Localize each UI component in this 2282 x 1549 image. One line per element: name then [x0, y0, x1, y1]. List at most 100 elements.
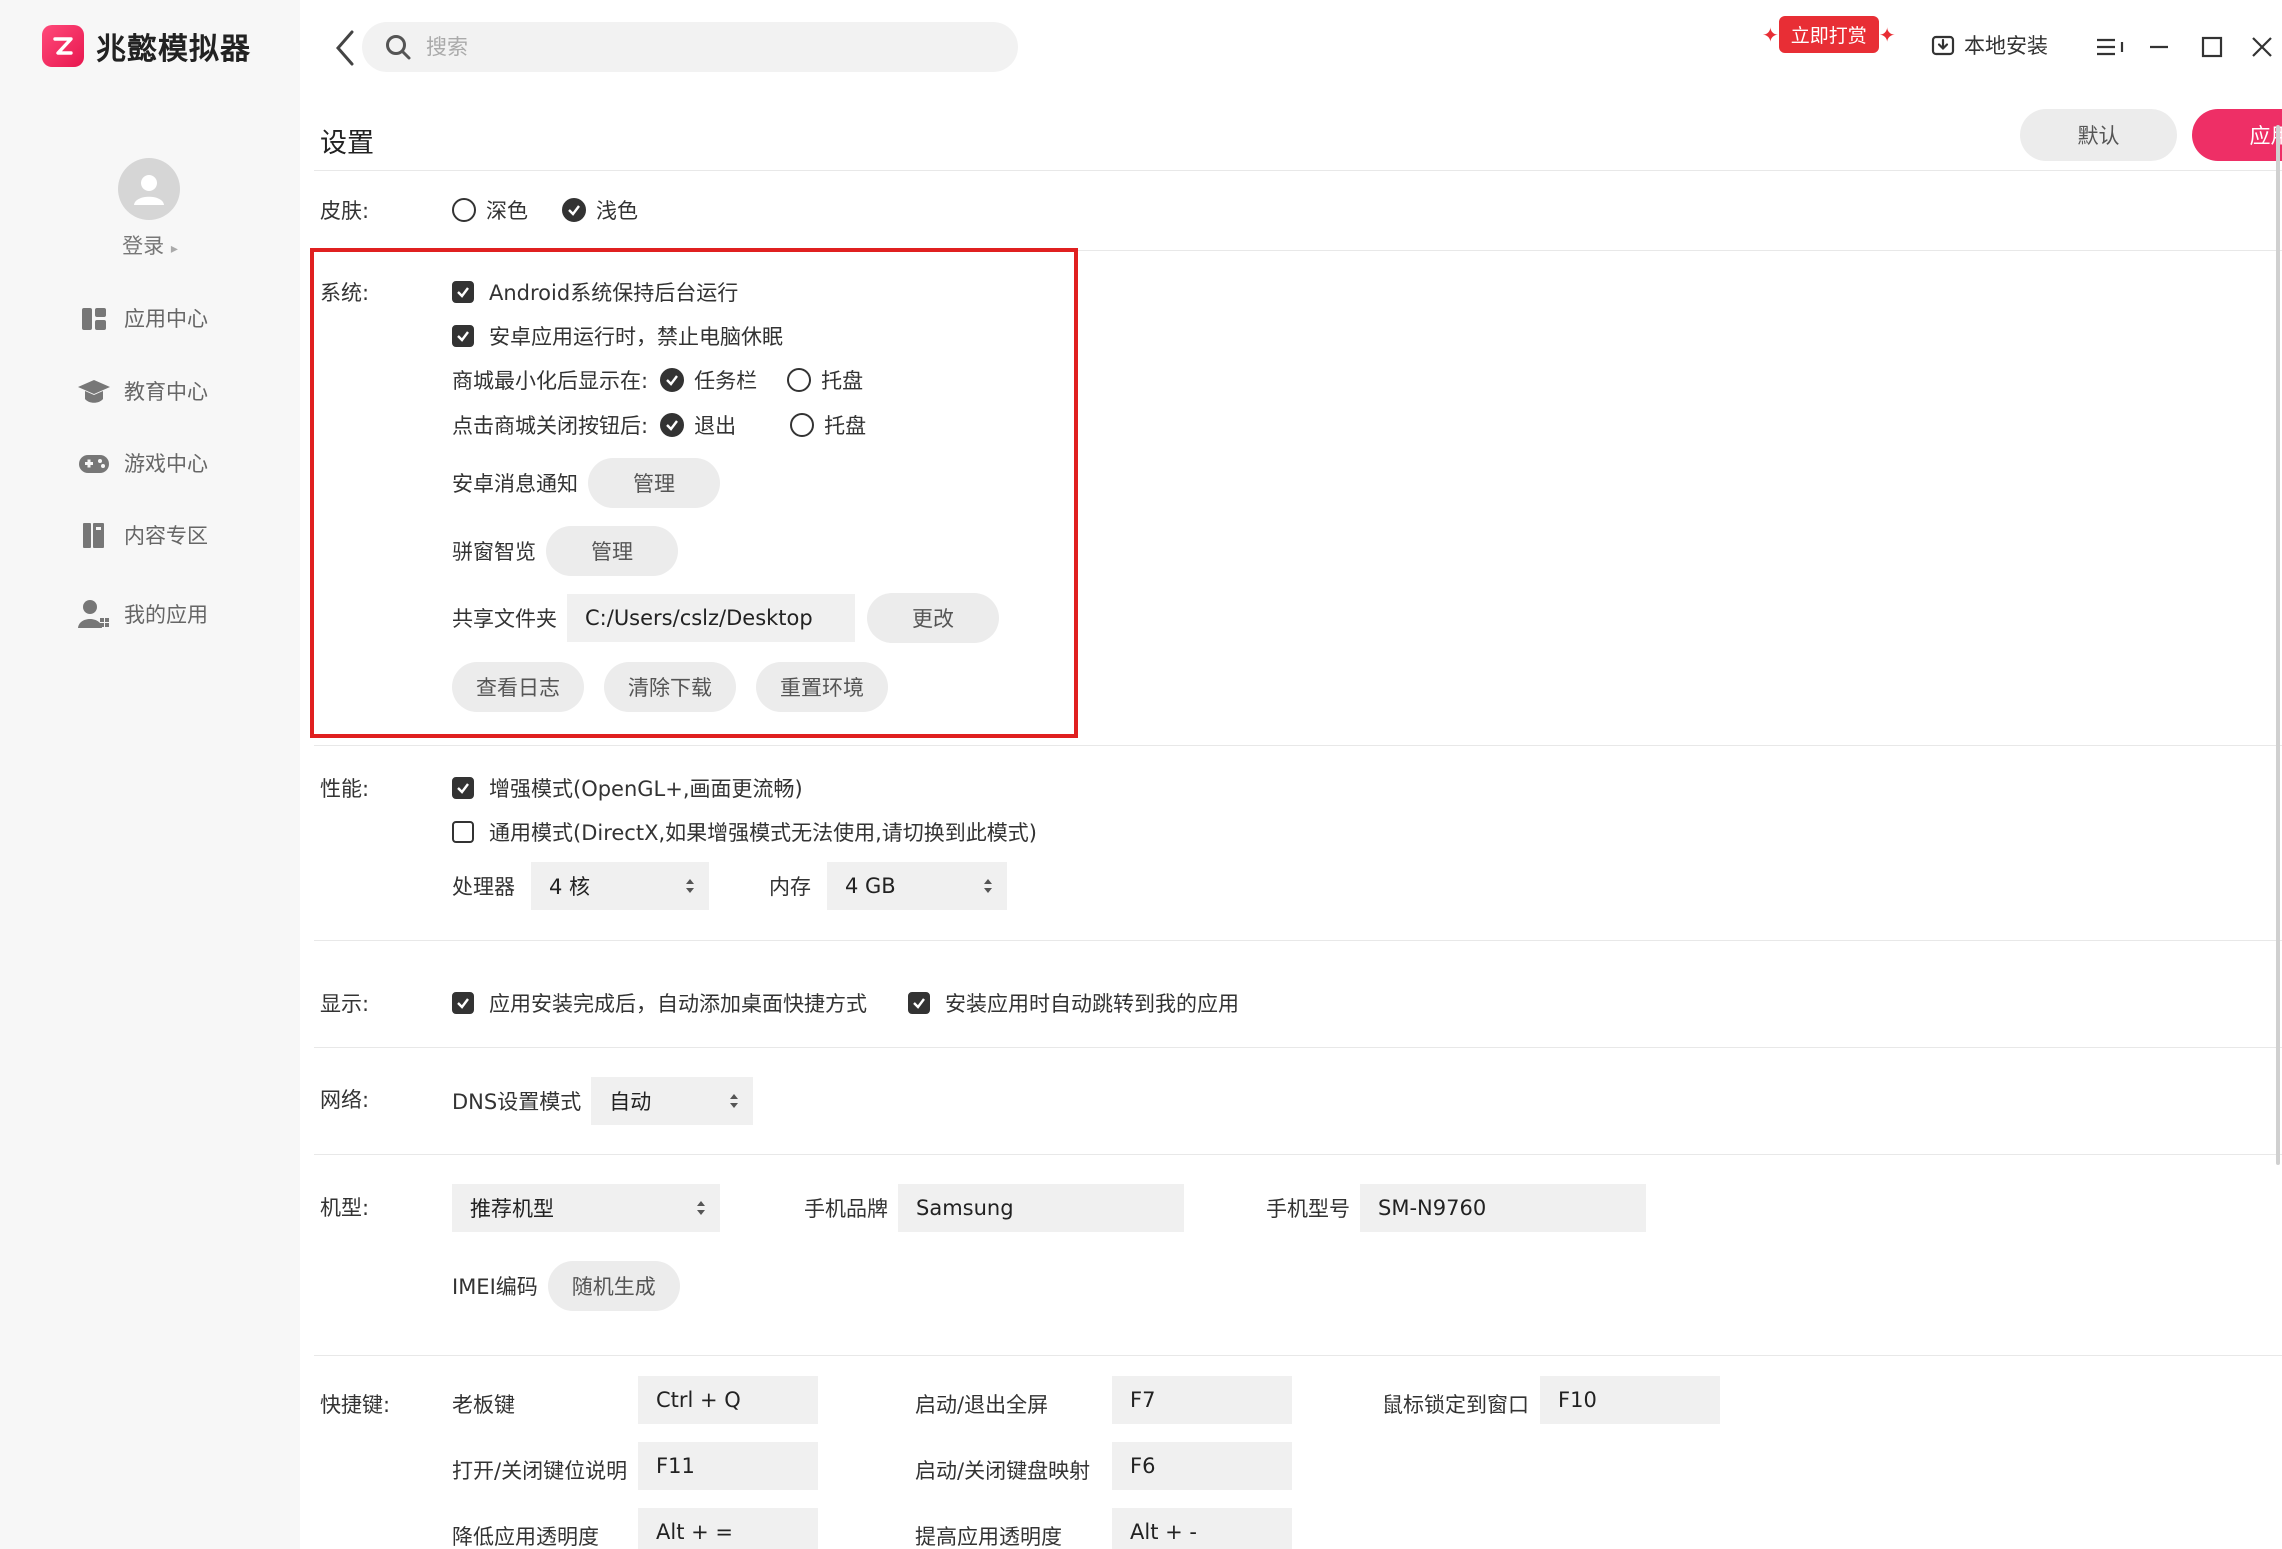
- checkbox-label: 应用安装完成后，自动添加桌面快捷方式: [489, 992, 867, 1016]
- divider: [314, 1154, 2282, 1155]
- radio-exit[interactable]: [660, 413, 685, 437]
- books-icon: [83, 523, 104, 548]
- avatar[interactable]: [118, 158, 180, 220]
- model-select[interactable]: 推荐机型: [452, 1184, 720, 1232]
- checkbox[interactable]: [452, 777, 474, 799]
- sparkle-icon: ✦: [1878, 22, 1896, 47]
- sidebar-item-content[interactable]: 内容专区: [76, 517, 208, 553]
- scrollbar[interactable]: [2276, 125, 2280, 1165]
- reset-environment-button[interactable]: 重置环境: [756, 662, 888, 712]
- radio-label: 退出: [694, 414, 737, 438]
- sidebar-item-games[interactable]: 游戏中心: [76, 445, 208, 481]
- divider: [314, 1047, 2282, 1048]
- hotkey-input[interactable]: Alt + =: [638, 1508, 818, 1549]
- apply-button[interactable]: 应用: [2192, 109, 2282, 161]
- reward-label: 立即打赏: [1778, 16, 1879, 53]
- sidebar-item-label: 游戏中心: [124, 452, 208, 476]
- sidebar-item-education[interactable]: 教育中心: [76, 373, 208, 409]
- shared-folder-label: 共享文件夹: [452, 607, 557, 631]
- user-apps-icon: [78, 600, 109, 628]
- login-label: 登录: [122, 234, 165, 258]
- brand-input[interactable]: Samsung: [898, 1184, 1184, 1232]
- login-arrow-icon: ▸: [170, 241, 178, 257]
- radio-tray[interactable]: [787, 368, 812, 392]
- hotkey-input[interactable]: F7: [1112, 1376, 1292, 1424]
- close-button[interactable]: [2245, 30, 2279, 64]
- chevron-left-icon: [336, 30, 354, 66]
- desktop-shortcut-checkbox[interactable]: 应用安装完成后，自动添加桌面快捷方式: [452, 988, 867, 1018]
- hotkey-label: 鼠标锁定到窗口: [1382, 1393, 1529, 1417]
- graduation-cap-icon: [78, 380, 110, 403]
- generate-imei-button[interactable]: 随机生成: [547, 1261, 680, 1311]
- default-button[interactable]: 默认: [2020, 109, 2177, 161]
- notifications-label: 安卓消息通知: [452, 472, 578, 496]
- divider: [314, 250, 2282, 251]
- no-sleep-checkbox[interactable]: 安卓应用运行时，禁止电脑休眠: [452, 321, 783, 351]
- login-link[interactable]: 登录 ▸: [0, 230, 300, 260]
- checkbox[interactable]: [452, 325, 474, 347]
- system-label: 系统:: [320, 281, 370, 305]
- checkbox[interactable]: [908, 992, 930, 1014]
- radio-label: 托盘: [824, 414, 867, 438]
- jump-to-my-apps-checkbox[interactable]: 安装应用时自动跳转到我的应用: [908, 988, 1239, 1018]
- imei-label: IMEI编码: [452, 1275, 538, 1299]
- radio-tray[interactable]: [790, 413, 815, 437]
- cpu-select[interactable]: 4 核: [531, 862, 709, 910]
- app-logo-icon: [42, 25, 84, 67]
- hotkey-input[interactable]: Ctrl + Q: [638, 1376, 818, 1424]
- menu-button[interactable]: [2092, 30, 2126, 64]
- close-action-label: 点击商城关闭按钮后:: [452, 414, 649, 438]
- model-select-value: 推荐机型: [470, 1197, 554, 1221]
- view-logs-button[interactable]: 查看日志: [452, 662, 584, 712]
- hotkey-input[interactable]: Alt + -: [1112, 1508, 1292, 1549]
- memory-select[interactable]: 4 GB: [827, 862, 1007, 910]
- imei-row: IMEI编码 随机生成: [452, 1261, 680, 1311]
- radio-taskbar[interactable]: [660, 368, 685, 392]
- local-install-button[interactable]: 本地安装: [1930, 30, 2048, 60]
- checkbox[interactable]: [452, 821, 474, 843]
- hotkey-input[interactable]: F10: [1540, 1376, 1720, 1424]
- shared-folder-row: 共享文件夹 C:/Users/cslz/Desktop 更改: [452, 593, 999, 643]
- smart-view-manage-button[interactable]: 管理: [546, 526, 678, 576]
- check-icon: [913, 998, 925, 1009]
- search-input[interactable]: [426, 35, 986, 59]
- checkbox-label: 增强模式(OpenGL+,画面更流畅): [489, 777, 803, 801]
- hotkey-input[interactable]: F11: [638, 1442, 818, 1490]
- dns-select[interactable]: 自动: [591, 1077, 754, 1125]
- general-mode-checkbox[interactable]: 通用模式(DirectX,如果增强模式无法使用,请切换到此模式): [452, 817, 1037, 847]
- radio-dark[interactable]: [452, 198, 476, 222]
- radio-light[interactable]: [562, 198, 586, 222]
- skin-dark-option[interactable]: 深色: [452, 195, 528, 225]
- change-folder-button[interactable]: 更改: [867, 593, 999, 643]
- hotkey-input[interactable]: F6: [1112, 1442, 1292, 1490]
- gamepad-icon: [79, 455, 109, 473]
- smart-view-label: 骈窗智览: [452, 540, 536, 564]
- model-label: 手机型号: [1266, 1197, 1350, 1221]
- sidebar-item-app-center[interactable]: 应用中心: [76, 300, 208, 336]
- enhanced-mode-checkbox[interactable]: 增强模式(OpenGL+,画面更流畅): [452, 773, 803, 803]
- keep-background-checkbox[interactable]: Android系统保持后台运行: [452, 277, 738, 307]
- system-actions-row: 查看日志 清除下载 重置环境: [452, 662, 888, 712]
- sidebar-item-label: 我的应用: [124, 603, 208, 627]
- clear-downloads-button[interactable]: 清除下载: [604, 662, 736, 712]
- checkbox[interactable]: [452, 992, 474, 1014]
- sidebar-item-my-apps[interactable]: 我的应用: [76, 596, 208, 632]
- app-brand: 兆懿模拟器: [42, 24, 251, 68]
- maximize-button[interactable]: [2195, 30, 2229, 64]
- device-row: 推荐机型 手机品牌 Samsung 手机型号 SM-N9760: [452, 1184, 1646, 1232]
- skin-light-option[interactable]: 浅色: [562, 195, 638, 225]
- search-bar[interactable]: [362, 22, 1018, 72]
- radio-label: 浅色: [596, 199, 638, 223]
- minimize-button[interactable]: [2142, 30, 2176, 64]
- checkbox[interactable]: [452, 281, 474, 303]
- back-button[interactable]: [330, 26, 360, 70]
- minimize-icon: [2150, 45, 2168, 49]
- model-input[interactable]: SM-N9760: [1360, 1184, 1646, 1232]
- reward-button[interactable]: ✦ 立即打赏 ✦: [1762, 16, 1896, 53]
- smart-view-row: 骈窗智览 管理: [452, 526, 678, 576]
- hotkey-label: 启动/退出全屏: [915, 1393, 1049, 1417]
- notifications-manage-button[interactable]: 管理: [588, 458, 720, 508]
- local-install-label: 本地安装: [1964, 34, 2048, 58]
- shared-folder-path[interactable]: C:/Users/cslz/Desktop: [567, 594, 855, 642]
- check-icon: [568, 205, 580, 216]
